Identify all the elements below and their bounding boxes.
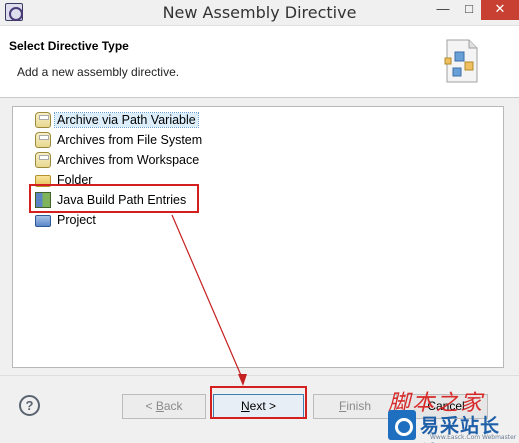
maximize-button[interactable]: □ [458, 0, 480, 20]
watermark-sub-text: Www.Easck.Com Webmaster [430, 434, 517, 441]
directive-type-list[interactable]: Archive via Path Variable Archives from … [12, 106, 504, 368]
annotation-highlight-java-build-path [29, 184, 199, 213]
help-icon[interactable]: ? [19, 395, 40, 416]
project-icon [35, 215, 51, 227]
back-button[interactable]: < Back [122, 394, 206, 419]
annotation-highlight-next [210, 386, 307, 419]
page-description: Add a new assembly directive. [17, 65, 180, 79]
list-item-label: Archives from Workspace [57, 153, 200, 167]
page-title: Select Directive Type [9, 39, 129, 53]
minimize-button[interactable]: — [430, 0, 456, 20]
list-item-project[interactable]: Project [35, 211, 96, 229]
list-item-label: Archive via Path Variable [54, 112, 199, 128]
close-button[interactable]: ✕ [481, 0, 519, 20]
list-item-archives-from-workspace[interactable]: Archives from Workspace [35, 151, 199, 169]
list-item-label: Project [57, 213, 96, 227]
list-item-label: Archives from File System [57, 133, 203, 147]
wizard-banner-icon [444, 39, 478, 83]
jar-icon [35, 132, 51, 148]
watermark-logo-icon [388, 410, 416, 440]
list-item-archives-from-file-system[interactable]: Archives from File System [35, 131, 202, 149]
jar-icon [35, 152, 51, 168]
list-item-archive-via-path-variable[interactable]: Archive via Path Variable [35, 111, 199, 129]
jar-icon [35, 112, 51, 128]
finish-button[interactable]: Finish [313, 394, 397, 419]
main-pane: Archive via Path Variable Archives from … [0, 98, 519, 375]
wizard-header: Select Directive Type Add a new assembly… [0, 27, 519, 98]
title-bar: New Assembly Directive — □ ✕ [0, 0, 519, 26]
